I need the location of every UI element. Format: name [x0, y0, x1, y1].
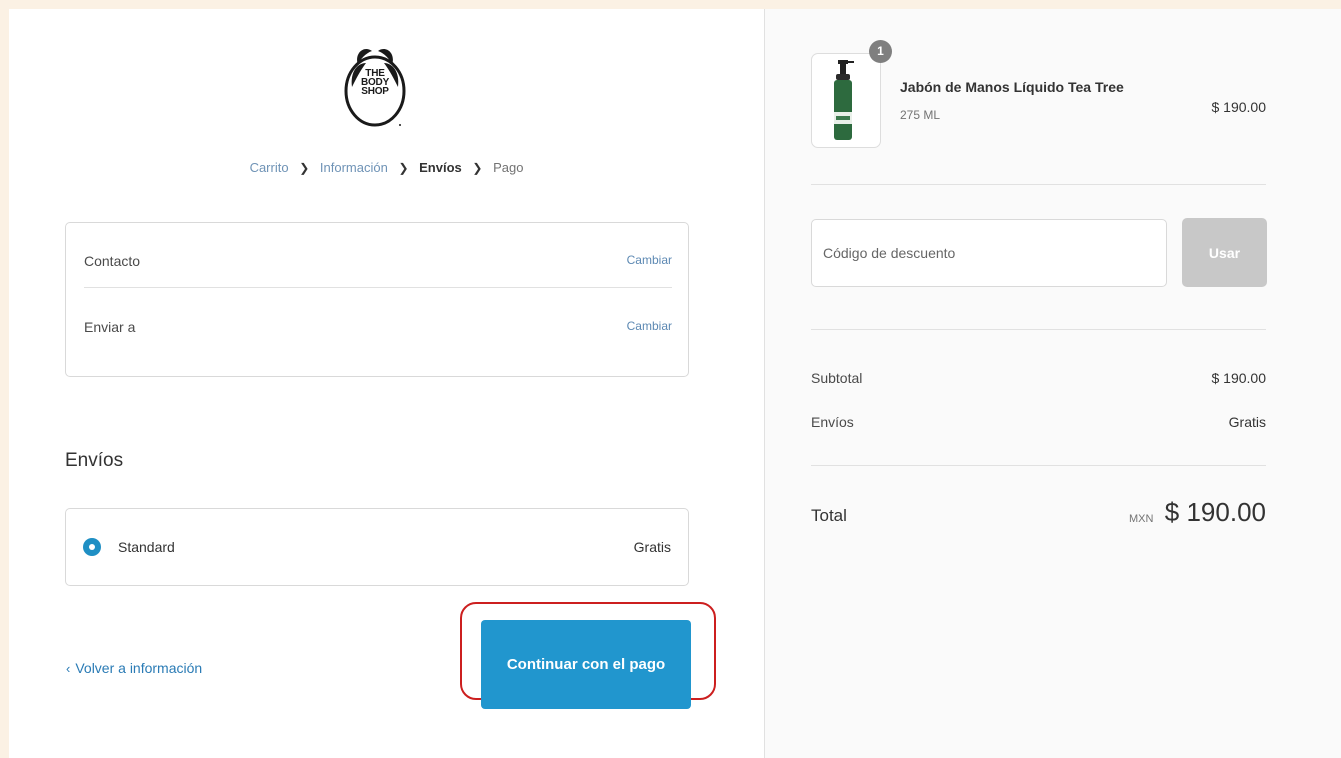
breadcrumb: Carrito ❯ Información ❯ Envíos ❯ Pago	[9, 160, 764, 175]
product-thumbnail	[811, 53, 881, 148]
chevron-right-icon: ❯	[299, 161, 310, 175]
shipping-method-option[interactable]: Standard Gratis	[65, 508, 689, 586]
checkout-page: THE BODY SHOP Carrito ❯ Información ❯ En…	[9, 9, 1341, 758]
review-divider	[84, 287, 672, 288]
checkout-main: THE BODY SHOP Carrito ❯ Información ❯ En…	[9, 9, 764, 758]
shipto-change-link[interactable]: Cambiar	[627, 319, 672, 333]
divider	[811, 465, 1266, 466]
breadcrumb-cart[interactable]: Carrito	[250, 160, 289, 175]
back-link-label: Volver a información	[75, 660, 203, 676]
chevron-right-icon: ❯	[398, 161, 409, 175]
product-name: Jabón de Manos Líquido Tea Tree	[900, 79, 1124, 95]
shipping-method-price: Gratis	[633, 539, 671, 555]
shipping-summary-value: Gratis	[1228, 414, 1266, 430]
radio-selected-dot	[89, 544, 95, 550]
divider	[811, 184, 1266, 185]
brand-logo: THE BODY SHOP	[344, 41, 406, 129]
chevron-left-icon: ‹	[66, 661, 71, 676]
total-value: $ 190.00	[1164, 497, 1266, 527]
review-summary-box: Contacto Cambiar Enviar a Cambiar	[65, 222, 689, 377]
chevron-right-icon: ❯	[472, 161, 483, 175]
continue-to-payment-button[interactable]: Continuar con el pago	[481, 620, 691, 709]
shipping-section-title: Envíos	[65, 450, 124, 471]
subtotal-value: $ 190.00	[1211, 370, 1267, 386]
shipping-summary-label: Envíos	[811, 414, 854, 430]
total-currency: MXN	[1129, 513, 1154, 525]
breadcrumb-information[interactable]: Información	[320, 160, 388, 175]
back-to-information-link[interactable]: ‹ Volver a información	[66, 660, 202, 676]
logo-line-3: SHOP	[361, 86, 389, 97]
contact-change-link[interactable]: Cambiar	[627, 253, 672, 267]
quantity-badge: 1	[869, 40, 892, 63]
total-label: Total	[811, 506, 847, 525]
logo-wordmark: THE BODY SHOP	[344, 69, 406, 97]
apply-discount-button[interactable]: Usar	[1182, 218, 1267, 287]
shipping-method-name: Standard	[118, 539, 175, 555]
shipto-label: Enviar a	[84, 319, 136, 335]
order-summary-sidebar: 1 Jabón de Manos Líquido Tea Tree 275 ML…	[764, 9, 1341, 758]
subtotal-label: Subtotal	[811, 370, 863, 386]
product-price: $ 190.00	[1211, 99, 1267, 115]
product-variant: 275 ML	[900, 108, 941, 122]
breadcrumb-shipping: Envíos	[419, 160, 462, 175]
breadcrumb-payment: Pago	[493, 160, 524, 175]
discount-code-input[interactable]	[811, 219, 1167, 287]
soap-bottle-icon	[834, 60, 854, 140]
shipping-radio[interactable]	[83, 538, 101, 556]
contact-label: Contacto	[84, 253, 141, 269]
divider	[811, 329, 1266, 330]
